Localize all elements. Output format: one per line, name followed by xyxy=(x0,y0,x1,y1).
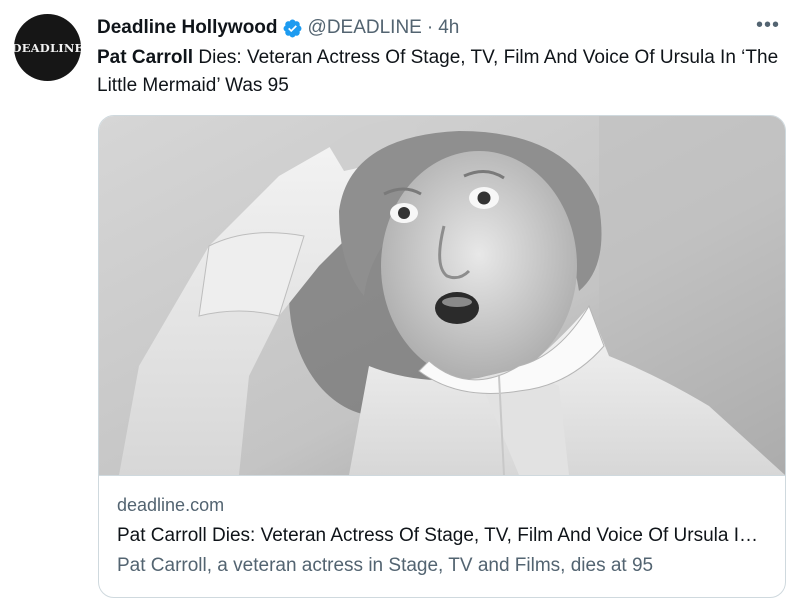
card-description: Pat Carroll, a veteran actress in Stage,… xyxy=(117,555,654,576)
card-domain: deadline.com xyxy=(117,495,225,515)
timestamp[interactable]: 4h xyxy=(438,17,459,39)
tweet-text-rest: Dies: Veteran Actress Of Stage, TV, Film… xyxy=(97,47,779,96)
card-title: Pat Carroll Dies: Veteran Actress Of Sta… xyxy=(117,525,767,546)
author-name[interactable]: Deadline Hollywood xyxy=(97,17,278,39)
card-divider xyxy=(99,475,785,476)
link-card[interactable]: deadline.com Pat Carroll Dies: Veteran A… xyxy=(98,115,786,598)
card-photo xyxy=(99,116,785,475)
avatar-logo-text: DEADLINE xyxy=(14,40,81,55)
tweet-text: Pat Carroll Dies: Veteran Actress Of Sta… xyxy=(97,44,787,100)
more-options-icon[interactable]: ••• xyxy=(756,14,780,37)
tweet-header: Deadline Hollywood @DEADLINE · 4h xyxy=(97,16,459,40)
verified-badge-icon xyxy=(283,19,301,37)
separator-dot: · xyxy=(426,17,434,38)
tweet-text-bold: Pat Carroll xyxy=(97,47,194,68)
avatar[interactable]: DEADLINE xyxy=(14,14,81,81)
author-handle[interactable]: @DEADLINE xyxy=(308,17,422,39)
